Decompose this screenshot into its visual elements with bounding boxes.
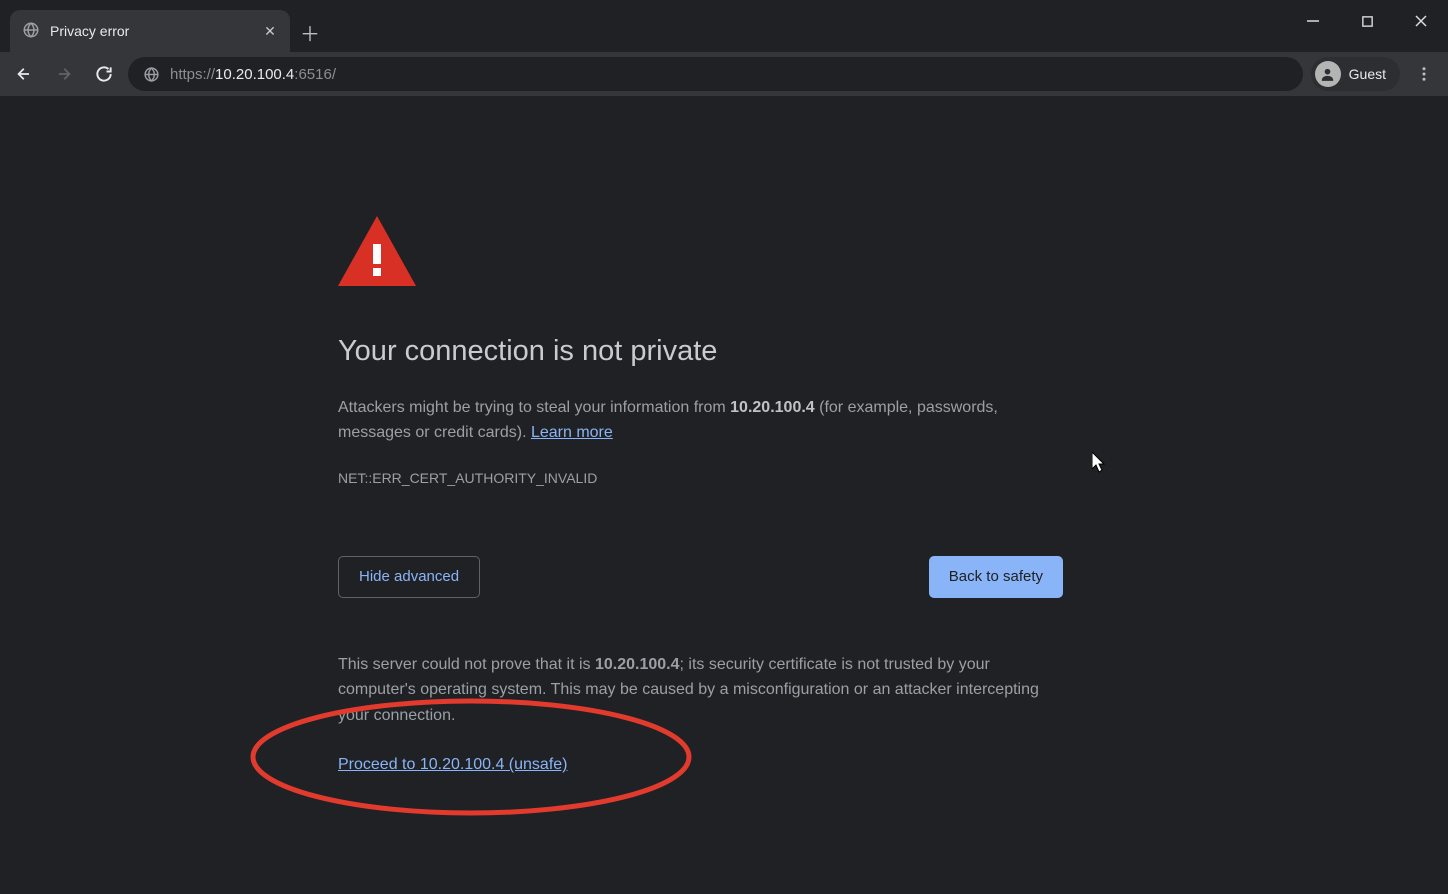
hide-advanced-button[interactable]: Hide advanced — [338, 556, 480, 598]
page-headline: Your connection is not private — [338, 335, 1063, 368]
back-to-safety-button[interactable]: Back to safety — [929, 556, 1063, 598]
new-tab-button[interactable]: ＋ — [290, 12, 330, 52]
globe-icon — [22, 21, 40, 42]
learn-more-link[interactable]: Learn more — [531, 424, 613, 441]
tab-title: Privacy error — [50, 23, 252, 39]
advanced-details: This server could not prove that it is 1… — [338, 652, 1063, 778]
window-controls — [1286, 0, 1448, 42]
menu-button[interactable] — [1408, 58, 1440, 90]
browser-toolbar: https://10.20.100.4:6516/ Guest — [0, 52, 1448, 96]
proceed-unsafe-link[interactable]: Proceed to 10.20.100.4 (unsafe) — [338, 756, 568, 773]
titlebar: Privacy error ✕ ＋ — [0, 0, 1448, 52]
profile-label: Guest — [1349, 66, 1386, 82]
minimize-button[interactable] — [1286, 0, 1340, 42]
url-text: https://10.20.100.4:6516/ — [170, 66, 336, 83]
cursor-icon — [1092, 452, 1108, 474]
close-window-button[interactable] — [1394, 0, 1448, 42]
avatar-icon — [1315, 61, 1341, 87]
close-tab-icon[interactable]: ✕ — [262, 23, 278, 39]
forward-button[interactable] — [48, 58, 80, 90]
error-code: NET::ERR_CERT_AUTHORITY_INVALID — [338, 470, 1063, 486]
address-bar[interactable]: https://10.20.100.4:6516/ — [128, 57, 1303, 91]
reload-button[interactable] — [88, 58, 120, 90]
globe-icon — [142, 65, 160, 83]
browser-tab[interactable]: Privacy error ✕ — [10, 10, 290, 52]
warning-description: Attackers might be trying to steal your … — [338, 396, 1063, 446]
back-button[interactable] — [8, 58, 40, 90]
page-content: Your connection is not private Attackers… — [0, 96, 1448, 894]
maximize-button[interactable] — [1340, 0, 1394, 42]
profile-button[interactable]: Guest — [1311, 57, 1400, 91]
warning-triangle-icon — [338, 216, 1063, 291]
